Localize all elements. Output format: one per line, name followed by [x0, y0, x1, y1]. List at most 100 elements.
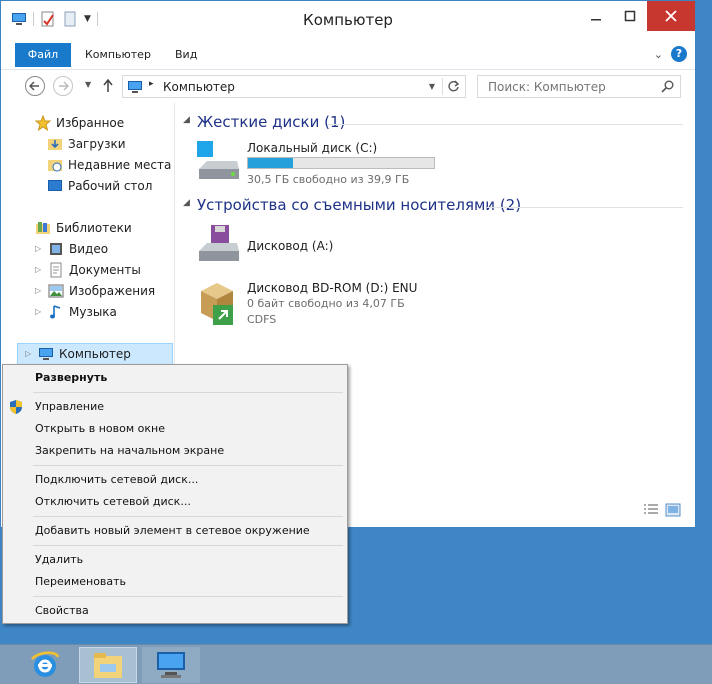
context-menu: Развернуть Управление Открыть в новом ок…: [2, 364, 348, 624]
recent-locations-icon[interactable]: ▼: [85, 80, 91, 89]
nav-documents[interactable]: ▷ Документы: [35, 260, 141, 280]
bd-rom-drive-icon: [201, 283, 233, 325]
recent-places-icon: [48, 160, 62, 172]
menu-expand[interactable]: Развернуть: [35, 368, 107, 388]
group-header-hard-disks[interactable]: Жесткие диски (1): [197, 113, 345, 131]
menu-properties[interactable]: Свойства: [35, 601, 89, 621]
menu-separator: [33, 392, 343, 393]
search-icon[interactable]: [661, 80, 674, 93]
menu-pin-start[interactable]: Закрепить на начальном экране: [35, 441, 224, 461]
computer-icon: [39, 348, 53, 360]
taskbar-computer[interactable]: [142, 647, 200, 683]
libraries-icon: [36, 222, 50, 234]
address-bar[interactable]: ▸ Компьютер ▼: [122, 75, 466, 98]
menu-separator: [33, 465, 343, 466]
menu-delete[interactable]: Удалить: [35, 550, 83, 570]
video-library-icon: [50, 243, 62, 255]
address-divider: [442, 78, 443, 95]
tab-computer[interactable]: Компьютер: [85, 43, 151, 67]
menu-separator: [33, 516, 343, 517]
drive-a[interactable]: Дисковод (A:): [195, 223, 455, 267]
documents-library-icon: [50, 262, 62, 278]
minimize-button[interactable]: [579, 1, 613, 31]
navigation-bar: ▼ ▸ Компьютер ▼: [1, 69, 695, 101]
nav-libraries-label: Библиотеки: [56, 221, 132, 235]
help-icon[interactable]: ?: [671, 46, 687, 62]
breadcrumb-computer[interactable]: Компьютер: [163, 80, 235, 94]
drive-a-name: Дисковод (A:): [247, 239, 334, 253]
back-arrow-icon: [28, 81, 39, 91]
nav-favorites-label: Избранное: [56, 116, 125, 130]
forward-button[interactable]: [53, 76, 73, 96]
forward-arrow-icon: [59, 81, 70, 91]
refresh-icon[interactable]: [447, 80, 460, 93]
nav-pictures[interactable]: ▷ Изображения: [35, 281, 155, 301]
internet-explorer-icon: [31, 651, 60, 677]
drive-d[interactable]: Дисковод BD-ROM (D:) ENU 0 байт свободно…: [195, 277, 455, 329]
expand-ribbon-icon[interactable]: ⌄: [654, 48, 663, 61]
hard-drive-icon: [197, 141, 239, 179]
menu-add-network-location[interactable]: Добавить новый элемент в сетевое окружен…: [35, 521, 310, 541]
nav-computer[interactable]: ▷ Компьютер: [25, 344, 131, 364]
menu-manage[interactable]: Управление: [35, 397, 104, 417]
expand-chevron-icon[interactable]: ▷: [25, 344, 33, 364]
close-icon: [665, 10, 677, 22]
drive-d-name: Дисковод BD-ROM (D:) ENU: [247, 281, 418, 295]
collapse-group-icon[interactable]: ◢: [183, 198, 190, 208]
music-library-icon: [50, 305, 61, 319]
drive-d-free-space: 0 байт свободно из 4,07 ГБ: [247, 297, 405, 310]
floppy-drive-icon: [199, 225, 239, 261]
nav-desktop[interactable]: Рабочий стол: [47, 176, 152, 196]
computer-icon: [157, 652, 185, 678]
collapse-group-icon[interactable]: ◢: [183, 115, 190, 125]
title-bar[interactable]: ▼ Компьютер: [1, 1, 695, 39]
expand-chevron-icon[interactable]: ▷: [35, 239, 43, 259]
taskbar: [0, 644, 712, 684]
menu-rename[interactable]: Переименовать: [35, 572, 126, 592]
drive-c[interactable]: Локальный диск (C:) 30,5 ГБ свободно из …: [195, 139, 455, 189]
maximize-icon: [624, 10, 636, 22]
group-divider: [487, 207, 683, 208]
expand-chevron-icon[interactable]: ▷: [35, 260, 43, 280]
minimize-icon: [591, 19, 601, 21]
pictures-library-icon: [48, 284, 64, 298]
menu-disconnect-network-drive[interactable]: Отключить сетевой диск...: [35, 492, 191, 512]
tab-view[interactable]: Вид: [175, 43, 197, 67]
drive-c-usage-bar: [247, 157, 435, 169]
view-switcher: [643, 503, 681, 517]
tab-file[interactable]: Файл: [15, 43, 71, 67]
nav-music[interactable]: ▷ Музыка: [35, 302, 117, 322]
desktop-icon: [48, 180, 62, 191]
menu-map-network-drive[interactable]: Подключить сетевой диск...: [35, 470, 198, 490]
star-icon: [35, 115, 51, 131]
up-arrow-icon[interactable]: [102, 79, 114, 93]
expand-chevron-icon[interactable]: ▷: [35, 281, 43, 301]
search-box[interactable]: [477, 75, 681, 98]
expand-chevron-icon[interactable]: ▷: [35, 302, 43, 322]
breadcrumb-chevron-icon[interactable]: ▸: [149, 79, 154, 89]
downloads-folder-icon: [48, 139, 62, 150]
taskbar-internet-explorer[interactable]: [16, 647, 74, 683]
taskbar-file-explorer[interactable]: [79, 647, 137, 683]
nav-pictures-label: Изображения: [69, 284, 156, 298]
close-button[interactable]: [647, 1, 695, 31]
drive-c-usage-fill: [248, 158, 293, 168]
address-dropdown-icon[interactable]: ▼: [429, 82, 435, 91]
group-divider: [327, 124, 683, 125]
nav-video[interactable]: ▷ Видео: [35, 239, 108, 259]
back-button[interactable]: [25, 76, 45, 96]
maximize-button[interactable]: [613, 1, 647, 31]
group-header-removable[interactable]: Устройства со съемными носителями (2): [197, 196, 521, 214]
drive-c-name: Локальный диск (C:): [247, 141, 378, 155]
nav-favorites[interactable]: Избранное: [35, 113, 124, 133]
details-view-icon[interactable]: [643, 503, 659, 517]
nav-libraries[interactable]: Библиотеки: [35, 218, 132, 238]
nav-downloads[interactable]: Загрузки: [47, 134, 126, 154]
search-input[interactable]: [486, 76, 656, 97]
large-icons-view-icon[interactable]: [665, 503, 681, 517]
ribbon-tabs: Файл Компьютер Вид ⌄ ?: [1, 43, 695, 67]
drive-d-filesystem: CDFS: [247, 313, 277, 326]
menu-open-new-window[interactable]: Открыть в новом окне: [35, 419, 165, 439]
nav-desktop-label: Рабочий стол: [68, 179, 153, 193]
nav-recent-places[interactable]: Недавние места: [47, 155, 171, 175]
